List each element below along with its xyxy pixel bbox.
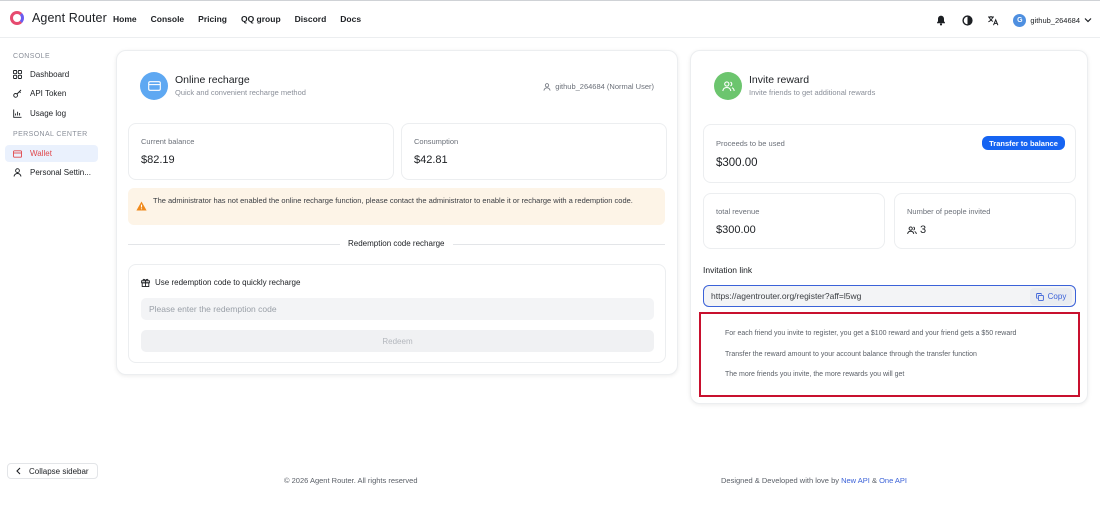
rule-item: For each friend you invite to register, … bbox=[725, 330, 1017, 337]
chevron-left-icon bbox=[16, 467, 21, 475]
nav-discord[interactable]: Discord bbox=[295, 14, 327, 24]
recharge-title: Online recharge bbox=[175, 74, 250, 86]
total-revenue-label: total revenue bbox=[716, 207, 760, 216]
avatar: G bbox=[1013, 13, 1027, 27]
footer-credit: Designed & Developed with love by New AP… bbox=[721, 476, 907, 485]
sidebar: CONSOLE Dashboard API Token Usage log PE… bbox=[0, 38, 104, 522]
redemption-card: Use redemption code to quickly recharge … bbox=[128, 264, 666, 363]
total-revenue-value: $300.00 bbox=[716, 224, 756, 236]
brand-logo-icon bbox=[10, 11, 24, 25]
collapse-sidebar-button[interactable]: Collapse sidebar bbox=[7, 463, 98, 479]
sidebar-item-label: Dashboard bbox=[30, 70, 70, 79]
user-tag-text: github_264684 (Normal User) bbox=[555, 82, 654, 91]
recharge-disabled-warning: The administrator has not enabled the on… bbox=[128, 188, 665, 225]
translate-icon[interactable] bbox=[983, 10, 1003, 30]
collapse-sidebar-label: Collapse sidebar bbox=[29, 466, 89, 476]
redeem-button[interactable]: Redeem bbox=[141, 330, 654, 352]
current-balance-label: Current balance bbox=[141, 137, 195, 146]
nav-home[interactable]: Home bbox=[113, 14, 137, 24]
recharge-subtitle: Quick and convenient recharge method bbox=[175, 88, 306, 97]
sidebar-item-label: Personal Settin... bbox=[30, 168, 91, 177]
footer-copyright: © 2026 Agent Router. All rights reserved bbox=[284, 476, 418, 485]
user-name: github_264684 bbox=[1030, 15, 1080, 25]
invited-count-value: 3 bbox=[920, 224, 927, 236]
top-bar: Agent Router Home Console Pricing QQ gro… bbox=[0, 0, 1100, 38]
bell-icon[interactable] bbox=[931, 10, 951, 30]
warning-icon bbox=[136, 201, 147, 211]
consumption-value: $42.81 bbox=[414, 154, 448, 166]
sidebar-item-label: Wallet bbox=[30, 149, 52, 158]
one-api-link[interactable]: One API bbox=[879, 476, 907, 485]
footer-credit-text: Designed & Developed with love by bbox=[721, 476, 839, 485]
invite-rules-box: For each friend you invite to register, … bbox=[699, 312, 1080, 397]
invite-title: Invite reward bbox=[749, 74, 810, 86]
wallet-icon bbox=[13, 149, 22, 158]
online-recharge-card: Online recharge Quick and convenient rec… bbox=[116, 50, 678, 375]
nav-docs[interactable]: Docs bbox=[340, 14, 361, 24]
invited-count: 3 bbox=[907, 224, 926, 236]
main-nav: Home Console Pricing QQ group Discord Do… bbox=[113, 14, 375, 24]
chart-icon bbox=[13, 109, 22, 118]
copy-icon bbox=[1035, 292, 1044, 301]
sidebar-item-wallet[interactable]: Wallet bbox=[5, 145, 98, 162]
redeem-heading-text: Use redemption code to quickly recharge bbox=[155, 278, 301, 287]
brand[interactable]: Agent Router bbox=[10, 11, 107, 25]
rule-item: Transfer the reward amount to your accou… bbox=[725, 351, 977, 358]
invited-count-label: Number of people invited bbox=[907, 207, 991, 216]
chevron-down-icon bbox=[1084, 18, 1092, 23]
invite-subtitle: Invite friends to get additional rewards bbox=[749, 88, 876, 97]
brand-name: Agent Router bbox=[32, 11, 107, 25]
current-balance-card: Current balance $82.19 bbox=[128, 123, 394, 180]
top-right-actions: G github_264684 bbox=[925, 10, 1092, 30]
invited-count-card: Number of people invited 3 bbox=[894, 193, 1076, 249]
user-tag: github_264684 (Normal User) bbox=[543, 82, 654, 91]
consumption-card: Consumption $42.81 bbox=[401, 123, 667, 180]
user-menu[interactable]: G github_264684 bbox=[1013, 13, 1092, 27]
redeem-heading: Use redemption code to quickly recharge bbox=[141, 278, 300, 287]
proceeds-label: Proceeds to be used bbox=[716, 139, 785, 148]
sidebar-item-label: API Token bbox=[30, 89, 67, 98]
copy-button[interactable]: Copy bbox=[1030, 288, 1072, 305]
users-icon bbox=[907, 226, 917, 234]
dashboard-icon bbox=[13, 70, 22, 79]
sidebar-item-dashboard[interactable]: Dashboard bbox=[5, 66, 99, 83]
user-icon bbox=[543, 82, 551, 91]
redemption-divider-label: Redemption code recharge bbox=[340, 239, 453, 248]
new-api-link[interactable]: New API bbox=[841, 476, 870, 485]
consumption-label: Consumption bbox=[414, 137, 459, 146]
transfer-to-balance-button[interactable]: Transfer to balance bbox=[982, 136, 1065, 150]
sidebar-item-personal-settings[interactable]: Personal Settin... bbox=[5, 164, 99, 181]
total-revenue-card: total revenue $300.00 bbox=[703, 193, 885, 249]
proceeds-card: Proceeds to be used $300.00 Transfer to … bbox=[703, 124, 1076, 183]
sidebar-item-api-token[interactable]: API Token bbox=[5, 85, 99, 102]
proceeds-value: $300.00 bbox=[716, 157, 758, 169]
sidebar-section-personal: PERSONAL CENTER bbox=[13, 131, 88, 138]
invitation-link-label: Invitation link bbox=[703, 265, 753, 275]
sidebar-section-console: CONSOLE bbox=[13, 53, 51, 60]
key-icon bbox=[13, 89, 22, 98]
sidebar-item-label: Usage log bbox=[30, 109, 67, 118]
user-icon bbox=[13, 168, 22, 177]
rule-item: The more friends you invite, the more re… bbox=[725, 371, 905, 378]
nav-console[interactable]: Console bbox=[151, 14, 185, 24]
invitation-link-field[interactable]: https://agentrouter.org/register?aff=l5w… bbox=[703, 285, 1076, 307]
sidebar-item-usage-log[interactable]: Usage log bbox=[5, 105, 99, 122]
current-balance-value: $82.19 bbox=[141, 154, 175, 166]
credit-card-icon bbox=[140, 72, 168, 100]
redemption-code-input[interactable]: Please enter the redemption code bbox=[141, 298, 654, 320]
footer-amp: & bbox=[871, 476, 877, 485]
invitation-link-value: https://agentrouter.org/register?aff=l5w… bbox=[711, 291, 862, 301]
nav-qq-group[interactable]: QQ group bbox=[241, 14, 281, 24]
users-icon bbox=[714, 72, 742, 100]
gift-icon bbox=[141, 278, 150, 287]
theme-toggle-icon[interactable] bbox=[957, 10, 977, 30]
nav-pricing[interactable]: Pricing bbox=[198, 14, 227, 24]
copy-button-label: Copy bbox=[1047, 292, 1067, 301]
warning-text: The administrator has not enabled the on… bbox=[153, 196, 633, 205]
